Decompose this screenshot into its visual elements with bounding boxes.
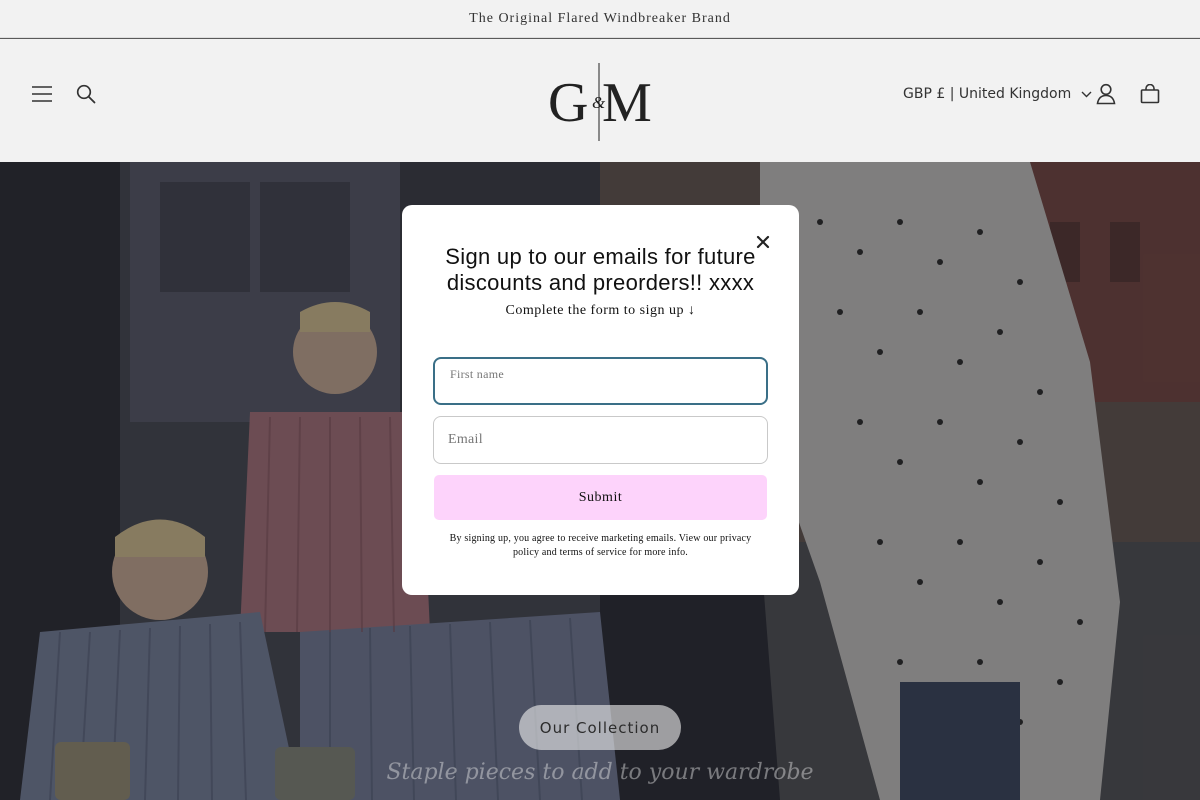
- popup-subtitle: Complete the form to sign up ↓: [505, 303, 696, 318]
- announcement-bar: The Original Flared Windbreaker Brand: [0, 0, 1200, 38]
- country-label: GBP £ | United Kingdom: [903, 86, 1072, 102]
- first-name-field[interactable]: First name: [433, 357, 768, 405]
- hero-subtitle: Staple pieces to add to your wardrobe: [386, 760, 814, 785]
- newsletter-popup: Sign up to our emails for future discoun…: [402, 205, 799, 595]
- svg-text:M: M: [602, 72, 652, 134]
- cart-icon[interactable]: [1135, 79, 1165, 109]
- legal-text: By signing up, you agree to receive mark…: [449, 533, 752, 558]
- email-field[interactable]: [433, 416, 768, 464]
- user-icon[interactable]: [1091, 79, 1121, 109]
- our-collection-button[interactable]: Our Collection: [519, 705, 681, 750]
- popup-title: Sign up to our emails for future discoun…: [445, 244, 756, 295]
- first-name-input[interactable]: [449, 373, 754, 401]
- svg-text:G: G: [548, 72, 588, 134]
- announcement-text: The Original Flared Windbreaker Brand: [469, 10, 731, 26]
- hamburger-menu-icon[interactable]: [27, 79, 57, 109]
- brand-logo[interactable]: G & M: [540, 61, 660, 145]
- country-currency-selector[interactable]: GBP £ | United Kingdom: [903, 81, 1092, 107]
- submit-button[interactable]: Submit: [434, 475, 767, 520]
- email-input[interactable]: [448, 426, 753, 454]
- search-icon[interactable]: [71, 79, 101, 109]
- site-header: G & M GBP £ | United Kingdom: [0, 39, 1200, 162]
